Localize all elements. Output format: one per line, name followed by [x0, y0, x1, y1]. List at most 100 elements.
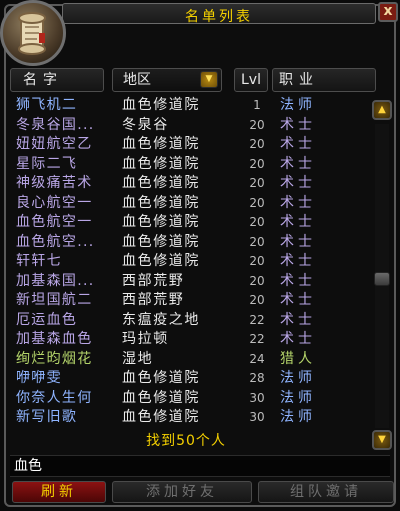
dropdown-arrow-icon[interactable]: ▼: [200, 71, 218, 88]
player-name: 妞妞航空乙: [16, 136, 93, 152]
list-row[interactable]: 良心航空一 血色修道院 20 术士: [12, 194, 368, 212]
player-zone: 血色修道院: [122, 155, 200, 172]
player-name: 星际二飞: [16, 155, 78, 172]
player-zone: 湿地: [122, 350, 154, 367]
player-class: 法师: [280, 370, 316, 386]
list-row[interactable]: 冬泉谷国... 冬泉谷 20 术士: [12, 116, 368, 134]
player-zone: 西部荒野: [122, 292, 185, 308]
player-name: 狮飞机二: [16, 97, 78, 113]
player-name: 血色航空一: [16, 214, 93, 230]
player-class: 术士: [280, 194, 316, 211]
player-class: 术士: [280, 155, 316, 172]
player-class: 术士: [280, 331, 316, 347]
list-row[interactable]: 新写旧歌 血色修道院 30 法师: [12, 408, 368, 426]
player-level: 20: [249, 215, 265, 229]
window-title: 名单列表: [185, 9, 253, 25]
list-row[interactable]: 加基森血色 玛拉顿 22 术士: [12, 330, 368, 348]
player-level: 22: [249, 312, 265, 327]
player-zone: 血色修道院: [122, 214, 200, 230]
player-list: 狮飞机二 血色修道院 1 法师 冬泉谷国... 冬泉谷 20 术士 妞妞航空乙 血色修道院 20 术士…: [12, 96, 368, 430]
player-level: 28: [249, 371, 265, 385]
player-class: 术士: [280, 272, 316, 289]
list-row[interactable]: 厄运血色 东瘟疫之地 22 术士: [12, 311, 368, 329]
scroll-down-icon[interactable]: ▼: [372, 430, 392, 450]
player-class: 术士: [280, 136, 316, 152]
zone-dropdown-label: 地区: [123, 72, 151, 88]
list-row[interactable]: 新坦国航二 西部荒野 20 术士: [12, 291, 368, 309]
add-friend-button[interactable]: 添加好友: [112, 481, 252, 503]
group-invite-button[interactable]: 组队邀请: [258, 481, 394, 503]
list-row[interactable]: 星际二飞 血色修道院 20 术士: [12, 155, 368, 173]
player-level: 20: [249, 176, 265, 190]
player-zone: 玛拉顿: [122, 331, 169, 347]
player-zone: 东瘟疫之地: [122, 311, 200, 328]
player-name: 你奈人生何: [16, 389, 93, 406]
player-name: 咿咿雯: [16, 370, 62, 386]
player-name: 厄运血色: [16, 311, 78, 328]
player-class: 法师: [280, 97, 316, 113]
scroll-up-icon[interactable]: ▲: [372, 100, 392, 120]
player-zone: 血色修道院: [122, 194, 200, 211]
column-header-class[interactable]: 职业: [272, 68, 376, 92]
list-row[interactable]: 轩轩七 血色修道院 20 术士: [12, 252, 368, 270]
player-name: 血色航空...: [16, 233, 95, 250]
column-header-name[interactable]: 名字: [10, 68, 104, 92]
player-level: 20: [249, 137, 265, 151]
player-class: 术士: [280, 116, 316, 133]
player-level: 20: [249, 254, 265, 268]
player-name: 神级痛苦术: [16, 175, 93, 191]
player-class: 术士: [280, 233, 316, 250]
player-class: 术士: [280, 292, 316, 308]
player-level: 20: [249, 293, 265, 307]
player-level: 30: [249, 410, 265, 424]
player-class: 术士: [280, 311, 316, 328]
player-level: 1: [253, 98, 261, 112]
player-name: 绚烂昀烟花: [16, 350, 93, 367]
column-header-level[interactable]: Lvl: [234, 68, 268, 92]
player-zone: 冬泉谷: [122, 116, 169, 133]
close-button[interactable]: x: [378, 2, 398, 22]
player-zone: 血色修道院: [122, 389, 200, 406]
list-row[interactable]: 咿咿雯 血色修道院 28 法师: [12, 369, 368, 387]
player-zone: 血色修道院: [122, 253, 200, 269]
player-name: 冬泉谷国...: [16, 116, 95, 133]
player-zone: 血色修道院: [122, 97, 200, 113]
results-count: 找到50个人: [146, 433, 226, 449]
list-row[interactable]: 绚烂昀烟花 湿地 24 猎人: [12, 350, 368, 368]
title-bar[interactable]: 名单列表: [62, 3, 376, 25]
list-row[interactable]: 血色航空... 血色修道院 20 术士: [12, 233, 368, 251]
player-name: 加基森血色: [16, 331, 93, 347]
search-input[interactable]: 血色: [10, 455, 390, 477]
player-level: 20: [249, 195, 265, 210]
player-name: 新写旧歌: [16, 409, 78, 425]
scrollbar[interactable]: ▲ ▼: [372, 100, 392, 452]
player-zone: 血色修道院: [122, 409, 200, 425]
player-level: 30: [249, 390, 265, 405]
player-level: 20: [249, 156, 265, 171]
player-class: 术士: [280, 253, 316, 269]
list-row[interactable]: 加基森国... 西部荒野 20 术士: [12, 272, 368, 290]
player-name: 轩轩七: [16, 253, 62, 269]
player-class: 术士: [280, 214, 316, 230]
list-row[interactable]: 妞妞航空乙 血色修道院 20 术士: [12, 135, 368, 153]
player-zone: 血色修道院: [122, 233, 200, 250]
player-level: 20: [249, 273, 265, 288]
list-row[interactable]: 血色航空一 血色修道院 20 术士: [12, 213, 368, 231]
player-name: 良心航空一: [16, 194, 93, 211]
list-row[interactable]: 狮飞机二 血色修道院 1 法师: [12, 96, 368, 114]
player-class: 术士: [280, 175, 316, 191]
list-row[interactable]: 神级痛苦术 血色修道院 20 术士: [12, 174, 368, 192]
player-level: 20: [249, 117, 265, 132]
scroll-portrait-icon: [0, 0, 66, 66]
scroll-thumb[interactable]: [374, 272, 390, 286]
zone-dropdown[interactable]: 地区 ▼: [112, 68, 222, 92]
player-class: 猎人: [280, 350, 316, 367]
refresh-button[interactable]: 刷新: [12, 481, 106, 503]
player-zone: 血色修道院: [122, 175, 200, 191]
list-row[interactable]: 你奈人生何 血色修道院 30 法师: [12, 389, 368, 407]
player-zone: 血色修道院: [122, 370, 200, 386]
player-class: 法师: [280, 409, 316, 425]
player-zone: 血色修道院: [122, 136, 200, 152]
player-class: 法师: [280, 389, 316, 406]
player-name: 加基森国...: [16, 272, 95, 289]
